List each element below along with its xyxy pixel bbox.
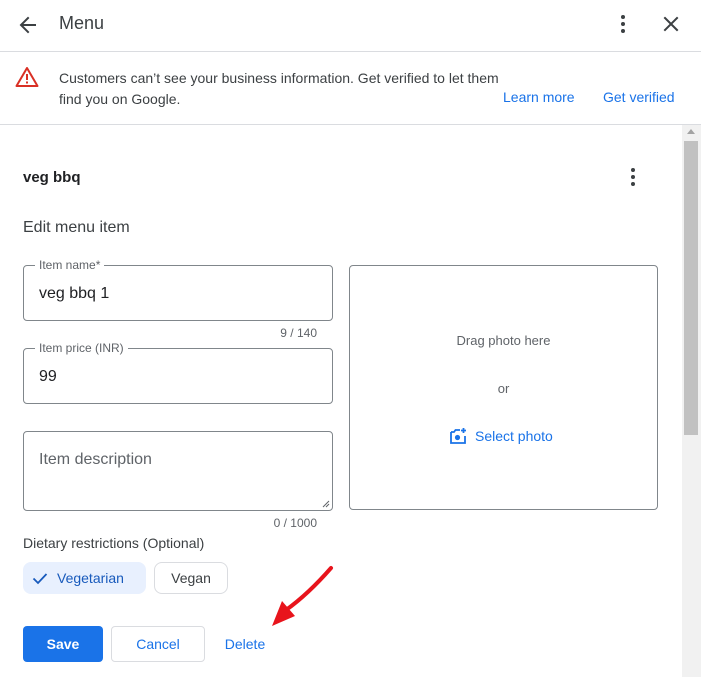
select-photo-button[interactable]: Select photo <box>449 427 553 445</box>
save-button[interactable]: Save <box>23 626 103 662</box>
item-name-label: Item name* <box>35 258 105 272</box>
chip-vegan[interactable]: Vegan <box>154 562 228 594</box>
back-button[interactable] <box>14 11 42 39</box>
annotation-arrow-icon <box>272 566 333 626</box>
drag-photo-text: Drag photo here <box>456 333 551 348</box>
item-description-counter: 0 / 1000 <box>273 516 317 530</box>
chip-vegetarian[interactable]: Vegetarian <box>23 562 146 594</box>
more-vert-icon <box>621 15 625 33</box>
chip-vegan-label: Vegan <box>171 570 211 586</box>
get-verified-link[interactable]: Get verified <box>603 89 675 105</box>
dialog-header: Menu <box>0 0 701 52</box>
item-name-field[interactable]: Item name* veg bbq 1 <box>23 258 333 321</box>
close-button[interactable] <box>658 11 684 37</box>
add-photo-icon <box>450 428 466 444</box>
scrollbar[interactable] <box>682 125 701 677</box>
resize-handle-icon[interactable] <box>322 500 330 508</box>
item-price-value: 99 <box>39 368 57 385</box>
item-description-placeholder: Item description <box>39 451 152 468</box>
learn-more-link[interactable]: Learn more <box>503 89 575 105</box>
header-more-button[interactable] <box>610 11 636 37</box>
scroll-up-arrow-icon[interactable] <box>687 129 695 134</box>
item-name-counter: 9 / 140 <box>280 326 317 340</box>
cancel-button[interactable]: Cancel <box>111 626 205 662</box>
close-icon <box>663 16 679 32</box>
item-price-field[interactable]: Item price (INR) 99 <box>23 341 333 404</box>
banner-message: Customers can’t see your business inform… <box>59 70 499 107</box>
verification-banner: Customers can’t see your business inform… <box>0 52 701 125</box>
photo-drop-zone[interactable]: Drag photo here or Select photo <box>349 265 658 510</box>
chip-vegetarian-label: Vegetarian <box>57 570 124 586</box>
section-title: Edit menu item <box>23 219 130 236</box>
more-vert-icon <box>631 168 635 186</box>
item-more-button[interactable] <box>621 165 645 189</box>
check-icon <box>32 573 48 585</box>
warning-icon <box>15 67 39 87</box>
item-name-value: veg bbq 1 <box>39 285 110 302</box>
arrow-back-icon <box>19 16 36 34</box>
or-text: or <box>497 381 510 396</box>
dietary-label: Dietary restrictions (Optional) <box>23 535 205 551</box>
menu-item-title: veg bbq <box>23 169 81 186</box>
select-photo-label: Select photo <box>475 428 553 444</box>
item-description-field[interactable]: Item description <box>23 431 333 511</box>
scrollbar-thumb[interactable] <box>684 141 698 435</box>
page-title: Menu <box>59 13 105 33</box>
item-price-label: Item price (INR) <box>35 341 128 355</box>
